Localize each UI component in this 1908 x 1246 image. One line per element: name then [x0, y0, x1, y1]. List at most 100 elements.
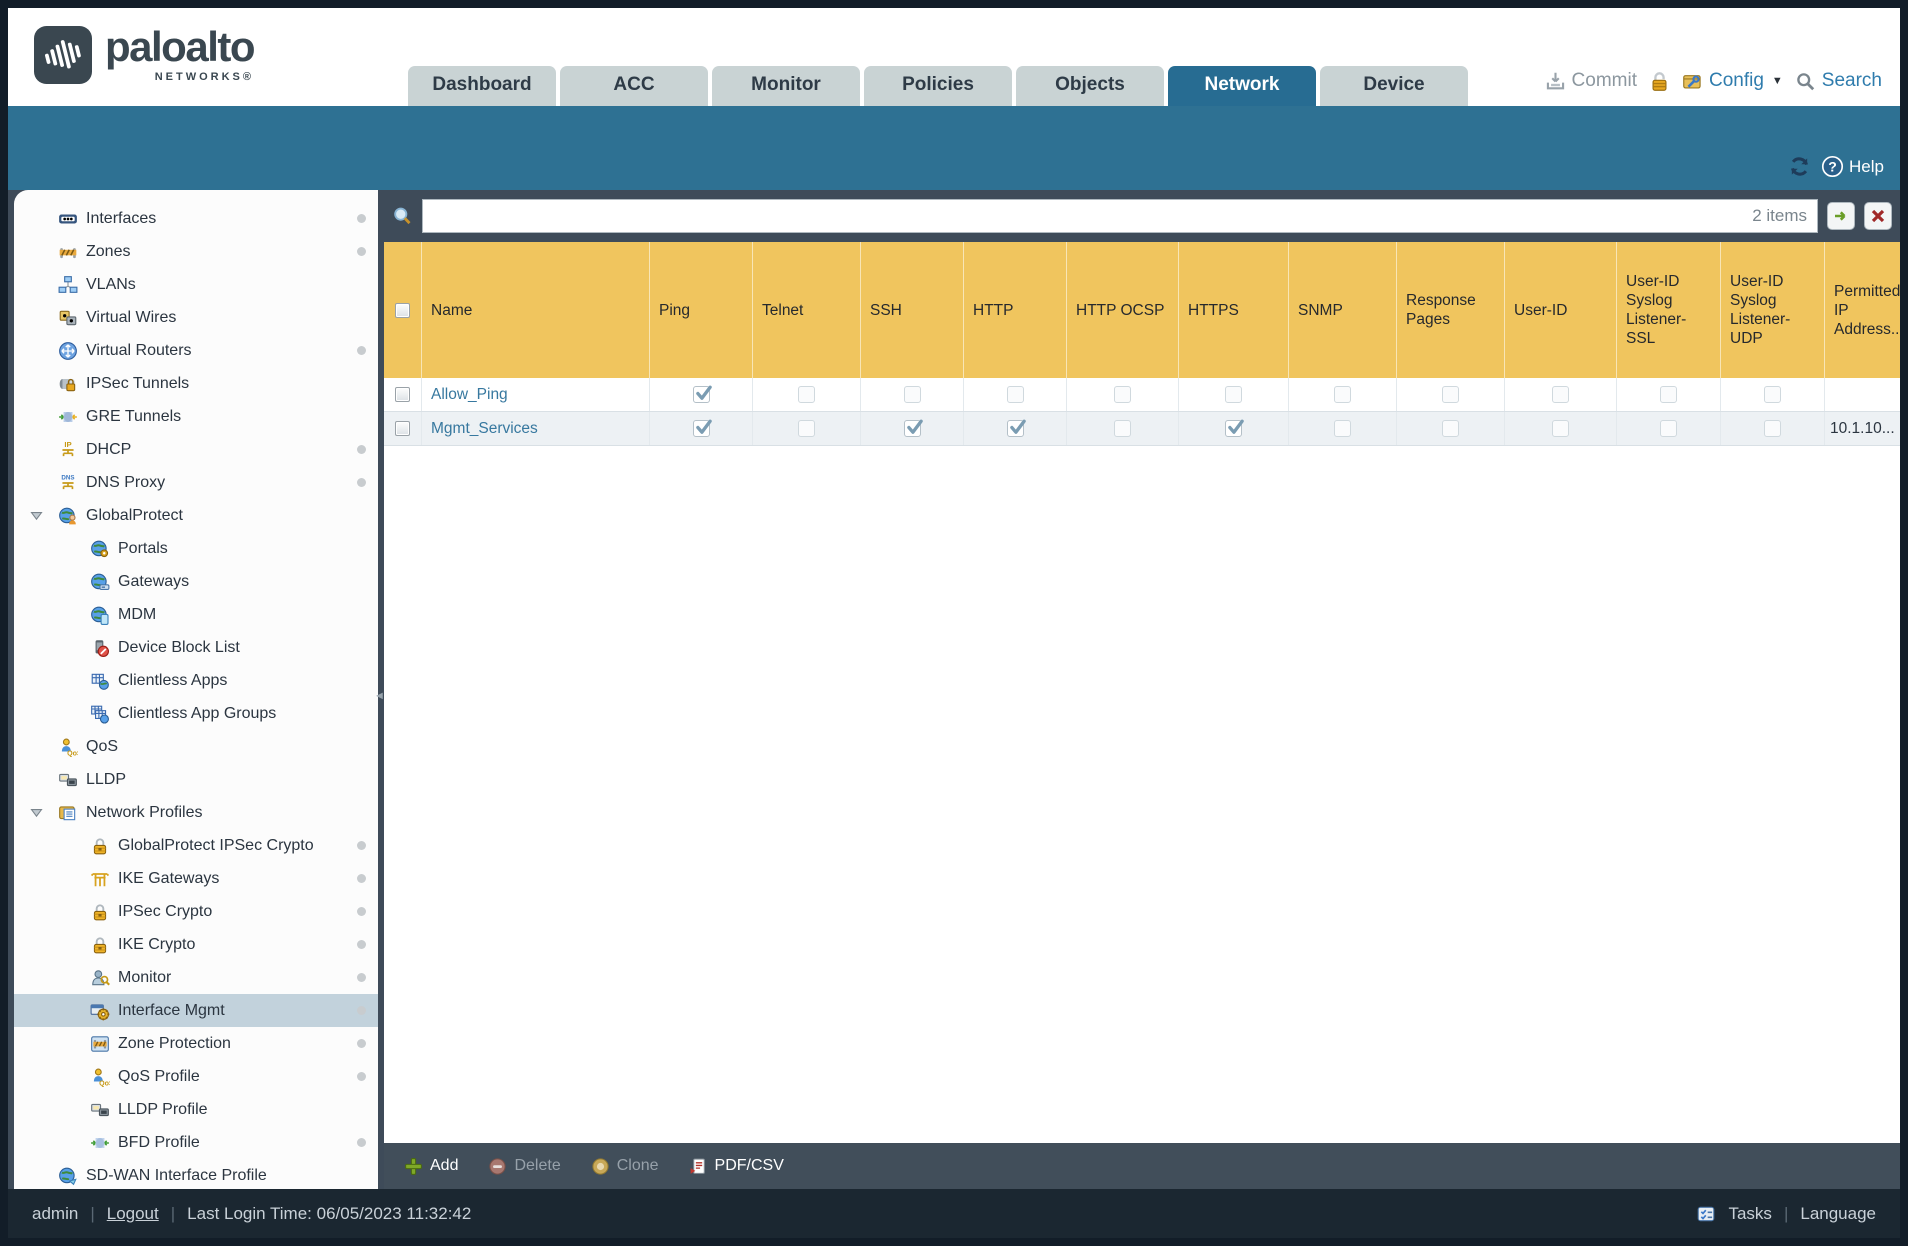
sidebar-item-label: SD-WAN Interface Profile — [86, 1166, 267, 1184]
clear-filter-button[interactable] — [1864, 202, 1892, 230]
pdf-csv-button[interactable]: PDF/CSV — [677, 1143, 796, 1189]
column-header-snmp[interactable]: SNMP — [1289, 242, 1397, 378]
sidebar-item-ipsec-tunnels[interactable]: IPSec Tunnels — [14, 367, 378, 400]
column-header-permitted-ip-address[interactable]: Permitted IP Address... — [1825, 242, 1900, 378]
filter-search-icon — [392, 206, 413, 227]
column-header-user-id[interactable]: User-ID — [1505, 242, 1617, 378]
row-name-cell: Mgmt_Services — [422, 412, 650, 445]
config-button[interactable]: Config ▼ — [1682, 70, 1783, 92]
sidebar-item-lldp-profile[interactable]: LLDP Profile — [14, 1093, 378, 1126]
sidebar-item-globalprotect[interactable]: GlobalProtect — [14, 499, 378, 532]
sidebar-item-clientless-apps[interactable]: Clientless Apps — [14, 664, 378, 697]
sidebar-item-lldp[interactable]: LLDP — [14, 763, 378, 796]
sidebar-item-gateways[interactable]: Gateways — [14, 565, 378, 598]
global-search-button[interactable]: Search — [1795, 70, 1882, 92]
tab-objects[interactable]: Objects — [1016, 66, 1164, 106]
sidebar-item-vlans[interactable]: VLANs — [14, 268, 378, 301]
table-row[interactable]: Mgmt_Services 10.1.10... — [384, 412, 1900, 446]
tab-device[interactable]: Device — [1320, 66, 1468, 106]
column-header-name[interactable]: Name — [422, 242, 650, 378]
delete-button[interactable]: Delete — [476, 1143, 572, 1189]
sidebar-item-sd-wan-interface-profile[interactable]: SD-WAN Interface Profile — [14, 1159, 378, 1189]
lock-icon — [90, 902, 110, 922]
sidebar-item-label: Zone Protection — [118, 1034, 231, 1052]
sidebar-item-network-profiles[interactable]: Network Profiles — [14, 796, 378, 829]
logout-link[interactable]: Logout — [107, 1204, 159, 1224]
sidebar-item-portals[interactable]: Portals — [14, 532, 378, 565]
sidebar-item-clientless-app-groups[interactable]: Clientless App Groups — [14, 697, 378, 730]
sidebar-item-monitor[interactable]: Monitor — [14, 961, 378, 994]
sidebar-item-zones[interactable]: Zones — [14, 235, 378, 268]
row-select-checkbox[interactable] — [395, 387, 410, 402]
clone-icon — [591, 1157, 610, 1176]
sidebar-item-dns-proxy[interactable]: DNS DNS Proxy — [14, 466, 378, 499]
refresh-icon[interactable] — [1788, 155, 1811, 178]
primary-tabs: Dashboard ACC Monitor Policies Objects Networ… — [408, 66, 1468, 106]
language-button[interactable]: Language — [1800, 1204, 1876, 1224]
column-header-http-ocsp[interactable]: HTTP OCSP — [1067, 242, 1179, 378]
empty-checkbox — [798, 386, 815, 403]
sidebar-item-ike-gateways[interactable]: IKE Gateways — [14, 862, 378, 895]
permitted-ip-cell — [1825, 378, 1900, 411]
apply-filter-button[interactable] — [1827, 202, 1855, 230]
column-header-user-id-syslog-listener-udp[interactable]: User-ID Syslog Listener-UDP — [1721, 242, 1825, 378]
main-region: Interfaces Zones VLANs Virtual Wires Virtual… — [8, 190, 1900, 1189]
sidebar-item-gre-tunnels[interactable]: GRE Tunnels — [14, 400, 378, 433]
sidebar-divider: ◄ — [374, 190, 385, 1189]
filter-input[interactable] — [423, 200, 1817, 232]
sidebar-item-mdm[interactable]: MDM — [14, 598, 378, 631]
sidebar-item-device-block-list[interactable]: Device Block List — [14, 631, 378, 664]
column-header-user-id-syslog-listener-ssl[interactable]: User-ID Syslog Listener-SSL — [1617, 242, 1721, 378]
row-name-link[interactable]: Mgmt_Services — [431, 420, 538, 438]
brand-text: paloalto NETWORKS® — [105, 26, 256, 84]
tab-acc[interactable]: ACC — [560, 66, 708, 106]
add-button[interactable]: Add — [392, 1143, 470, 1189]
row-select-cell — [384, 412, 422, 445]
select-all-checkbox[interactable] — [395, 302, 410, 318]
interfaces-icon — [58, 209, 78, 229]
svg-text:QoS: QoS — [99, 1079, 110, 1087]
row-name-link[interactable]: Allow_Ping — [431, 386, 508, 404]
tab-network[interactable]: Network — [1168, 66, 1316, 106]
expand-arrow-icon[interactable] — [29, 508, 44, 523]
sidebar-item-bfd-profile[interactable]: BFD Profile — [14, 1126, 378, 1159]
tab-monitor[interactable]: Monitor — [712, 66, 860, 106]
sidebar-item-qos[interactable]: QoS QoS — [14, 730, 378, 763]
column-header-https[interactable]: HTTPS — [1179, 242, 1289, 378]
empty-checkbox — [1764, 420, 1781, 437]
svg-text:?: ? — [1828, 159, 1837, 175]
sidebar-collapse-handle[interactable]: ◄ — [374, 690, 385, 702]
column-header-label: HTTP OCSP — [1076, 301, 1165, 319]
sidebar-item-ipsec-crypto[interactable]: IPSec Crypto — [14, 895, 378, 928]
clone-button[interactable]: Clone — [579, 1143, 671, 1189]
help-button[interactable]: ? Help — [1821, 155, 1884, 178]
bfd-profile-icon — [90, 1133, 110, 1153]
item-dot — [357, 940, 366, 949]
sidebar-item-dhcp[interactable]: IP DHCP — [14, 433, 378, 466]
sidebar-item-ike-crypto[interactable]: IKE Crypto — [14, 928, 378, 961]
sidebar-item-qos-profile[interactable]: QoS QoS Profile — [14, 1060, 378, 1093]
sidebar-item-zone-protection[interactable]: Zone Protection — [14, 1027, 378, 1060]
commit-button[interactable]: Commit — [1545, 70, 1637, 92]
virtual-routers-icon — [58, 341, 78, 361]
lock-button[interactable] — [1649, 71, 1670, 92]
tab-dashboard[interactable]: Dashboard — [408, 66, 556, 106]
column-header-telnet[interactable]: Telnet — [753, 242, 861, 378]
column-header-ping[interactable]: Ping — [650, 242, 753, 378]
table-row[interactable]: Allow_Ping — [384, 378, 1900, 412]
column-header-http[interactable]: HTTP — [964, 242, 1067, 378]
help-label: Help — [1849, 156, 1884, 176]
sidebar-item-virtual-wires[interactable]: Virtual Wires — [14, 301, 378, 334]
clientless-apps-icon — [90, 671, 110, 691]
service-cell-ssh — [861, 412, 964, 445]
sidebar-item-virtual-routers[interactable]: Virtual Routers — [14, 334, 378, 367]
column-header-ssh[interactable]: SSH — [861, 242, 964, 378]
sidebar-item-interfaces[interactable]: Interfaces — [14, 202, 378, 235]
sidebar-item-globalprotect-ipsec-crypto[interactable]: GlobalProtect IPSec Crypto — [14, 829, 378, 862]
tasks-button[interactable]: Tasks — [1728, 1204, 1771, 1224]
sidebar-item-interface-mgmt[interactable]: Interface Mgmt — [14, 994, 378, 1027]
column-header-response-pages[interactable]: Response Pages — [1397, 242, 1505, 378]
expand-arrow-icon[interactable] — [29, 805, 44, 820]
row-select-checkbox[interactable] — [395, 421, 410, 436]
tab-policies[interactable]: Policies — [864, 66, 1012, 106]
